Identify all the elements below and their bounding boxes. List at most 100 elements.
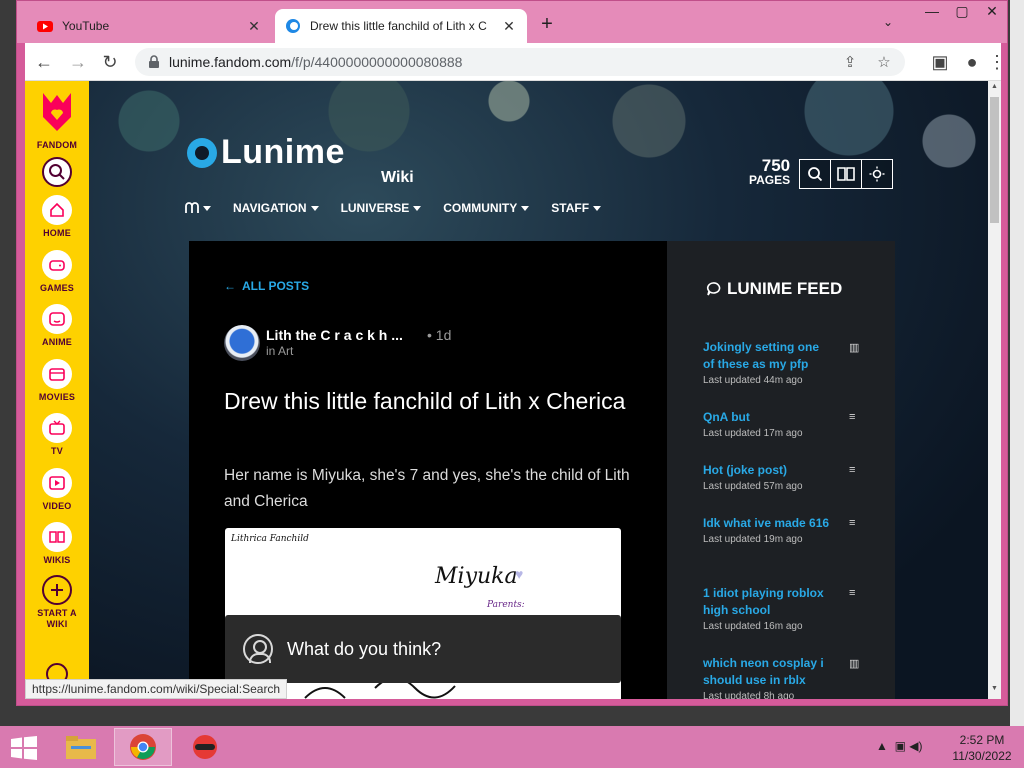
network-icon[interactable]: ▣ bbox=[895, 739, 906, 753]
poll-icon: ▥ bbox=[849, 658, 860, 670]
tab-title: YouTube bbox=[62, 19, 110, 33]
image-name: Miyuka bbox=[435, 564, 518, 589]
rail-label: VIDEO bbox=[42, 501, 72, 511]
post-content: ← ALL POSTS Lith the C r a c k h ... • 1d… bbox=[189, 241, 667, 699]
close-tab-icon[interactable]: ✕ bbox=[246, 18, 262, 35]
system-tray[interactable]: ▲ ▣ ◀) bbox=[876, 739, 922, 753]
scroll-down-arrow-icon[interactable]: ▼ bbox=[990, 685, 999, 692]
list-item[interactable]: 1 idiot playing roblox high school Last … bbox=[703, 585, 873, 632]
rail-item-anime[interactable]: ANIME bbox=[25, 304, 89, 347]
windows-taskbar: ▲ ▣ ◀) 2:52 PM 11/30/2022 bbox=[0, 726, 1024, 768]
video-icon bbox=[42, 468, 72, 498]
wiki-activity-button[interactable] bbox=[830, 159, 862, 189]
rail-search[interactable] bbox=[25, 157, 89, 187]
theme-toggle-button[interactable] bbox=[861, 159, 893, 189]
rail-item-video[interactable]: VIDEO bbox=[25, 468, 89, 511]
scroll-thumb[interactable] bbox=[990, 97, 999, 223]
rail-item-start-a-wiki[interactable]: START A WIKI bbox=[25, 575, 89, 630]
feed-item-updated: Last updated 57m ago bbox=[703, 481, 803, 492]
url-text: lunime.fandom.com/f/p/440000000000008088… bbox=[169, 54, 462, 70]
tab-strip: YouTube ✕ Drew this little fanchild of L… bbox=[17, 1, 1007, 43]
file-explorer-button[interactable] bbox=[52, 728, 110, 766]
chrome-icon bbox=[130, 734, 156, 760]
share-icon[interactable]: ⇪ bbox=[841, 53, 859, 71]
nav-label: COMMUNITY bbox=[443, 201, 518, 215]
wiki-feed: LUNIME FEED Jokingly setting one of thes… bbox=[667, 241, 895, 699]
rail-item-games[interactable]: GAMES bbox=[25, 250, 89, 293]
list-item[interactable]: Idk what ive made 616 Last updated 19m a… bbox=[703, 515, 873, 545]
wiki-logo[interactable]: Lunime bbox=[187, 133, 345, 172]
image-caption: Lithrica Fanchild bbox=[231, 534, 309, 544]
reload-button[interactable]: ↻ bbox=[99, 51, 121, 73]
minimize-button[interactable]: — bbox=[917, 3, 947, 19]
list-item[interactable]: Jokingly setting one of these as my pfp … bbox=[703, 339, 873, 386]
nav-staff[interactable]: STAFF bbox=[551, 201, 602, 215]
rail-label: HOME bbox=[43, 228, 71, 238]
scroll-up-arrow-icon[interactable]: ▲ bbox=[990, 83, 999, 90]
close-tab-icon[interactable]: ✕ bbox=[501, 18, 517, 35]
fandom-logo-icon[interactable] bbox=[39, 91, 75, 133]
comment-input[interactable]: What do you think? bbox=[225, 615, 621, 683]
feed-item-title[interactable]: Idk what ive made 616 bbox=[703, 515, 833, 532]
page-scrollbar[interactable]: ▲ ▼ bbox=[988, 81, 1001, 699]
lunime-logo-icon bbox=[187, 137, 217, 168]
fandom-global-nav: FANDOM HOME GAMES ANIME MOVIES TV VIDEO … bbox=[25, 81, 89, 699]
nav-explore[interactable] bbox=[185, 201, 211, 215]
feed-item-title[interactable]: which neon cosplay i should use in rblx bbox=[703, 655, 833, 689]
rail-item-wikis[interactable]: WIKIS bbox=[25, 522, 89, 565]
red-mask-app-icon bbox=[193, 735, 217, 759]
rail-label: WIKIS bbox=[43, 555, 71, 565]
chevron-down-icon bbox=[310, 205, 319, 211]
bookmark-star-icon[interactable]: ☆ bbox=[875, 53, 893, 71]
rail-item-tv[interactable]: TV bbox=[25, 413, 89, 456]
tab-search-chevron-icon[interactable]: ⌄ bbox=[883, 15, 893, 29]
list-item[interactable]: QnA but Last updated 17m ago ≡ bbox=[703, 409, 873, 439]
feed-item-title[interactable]: 1 idiot playing roblox high school bbox=[703, 585, 833, 619]
menu-kebab-icon[interactable]: ⋮ bbox=[988, 51, 1006, 73]
tray-up-arrow-icon[interactable]: ▲ bbox=[876, 739, 888, 753]
close-window-button[interactable]: ✕ bbox=[977, 3, 1007, 20]
plus-icon bbox=[42, 575, 72, 605]
windows-start-icon[interactable] bbox=[10, 736, 38, 760]
back-button[interactable]: ← bbox=[33, 51, 55, 73]
post-category[interactable]: in Art bbox=[266, 344, 293, 358]
all-posts-link[interactable]: ← ALL POSTS bbox=[224, 279, 309, 293]
tab-fandom-post[interactable]: Drew this little fanchild of Lith x C ✕ bbox=[275, 9, 527, 43]
profile-icon[interactable]: ● bbox=[961, 51, 983, 73]
rail-item-home[interactable]: HOME bbox=[25, 195, 89, 238]
status-bar-url: https://lunime.fandom.com/wiki/Special:S… bbox=[25, 679, 288, 699]
youtube-icon bbox=[37, 21, 53, 32]
nav-community[interactable]: COMMUNITY bbox=[443, 201, 530, 215]
tab-youtube[interactable]: YouTube ✕ bbox=[27, 9, 272, 43]
avatar[interactable] bbox=[224, 325, 260, 361]
list-item[interactable]: which neon cosplay i should use in rblx … bbox=[703, 655, 873, 699]
feed-item-title[interactable]: Jokingly setting one of these as my pfp bbox=[703, 339, 833, 373]
nav-luniverse[interactable]: LUNIVERSE bbox=[341, 201, 422, 215]
address-bar[interactable]: lunime.fandom.com/f/p/440000000000008088… bbox=[135, 48, 905, 76]
feed-item-updated: Last updated 17m ago bbox=[703, 428, 803, 439]
wiki-search-button[interactable] bbox=[799, 159, 831, 189]
forward-button[interactable]: → bbox=[67, 51, 89, 73]
chrome-taskbar-button[interactable] bbox=[114, 728, 172, 766]
maximize-button[interactable]: ▢ bbox=[947, 3, 977, 20]
chevron-down-icon bbox=[521, 205, 530, 211]
list-item[interactable]: Hot (joke post) Last updated 57m ago ≡ bbox=[703, 462, 873, 492]
image-parents: Parents: bbox=[487, 600, 525, 610]
feed-item-title[interactable]: Hot (joke post) bbox=[703, 462, 833, 479]
app-taskbar-button[interactable] bbox=[176, 728, 234, 766]
feed-item-updated: Last updated 19m ago bbox=[703, 534, 803, 545]
post-author[interactable]: Lith the C r a c k h ... bbox=[266, 327, 403, 343]
volume-icon[interactable]: ◀) bbox=[909, 739, 922, 753]
new-tab-button[interactable]: + bbox=[535, 13, 559, 36]
nav-label: NAVIGATION bbox=[233, 201, 307, 215]
rail-label: MOVIES bbox=[38, 392, 76, 402]
chevron-down-icon bbox=[413, 205, 422, 211]
tv-icon bbox=[42, 413, 72, 443]
fandom-brand-label: FANDOM bbox=[25, 137, 89, 150]
page-count-label: PAGES bbox=[749, 173, 791, 187]
side-panel-icon[interactable]: ▣ bbox=[929, 51, 951, 73]
taskbar-clock[interactable]: 2:52 PM 11/30/2022 bbox=[944, 732, 1020, 764]
rail-item-movies[interactable]: MOVIES bbox=[25, 359, 89, 402]
nav-navigation[interactable]: NAVIGATION bbox=[233, 201, 319, 215]
feed-item-title[interactable]: QnA but bbox=[703, 409, 833, 426]
